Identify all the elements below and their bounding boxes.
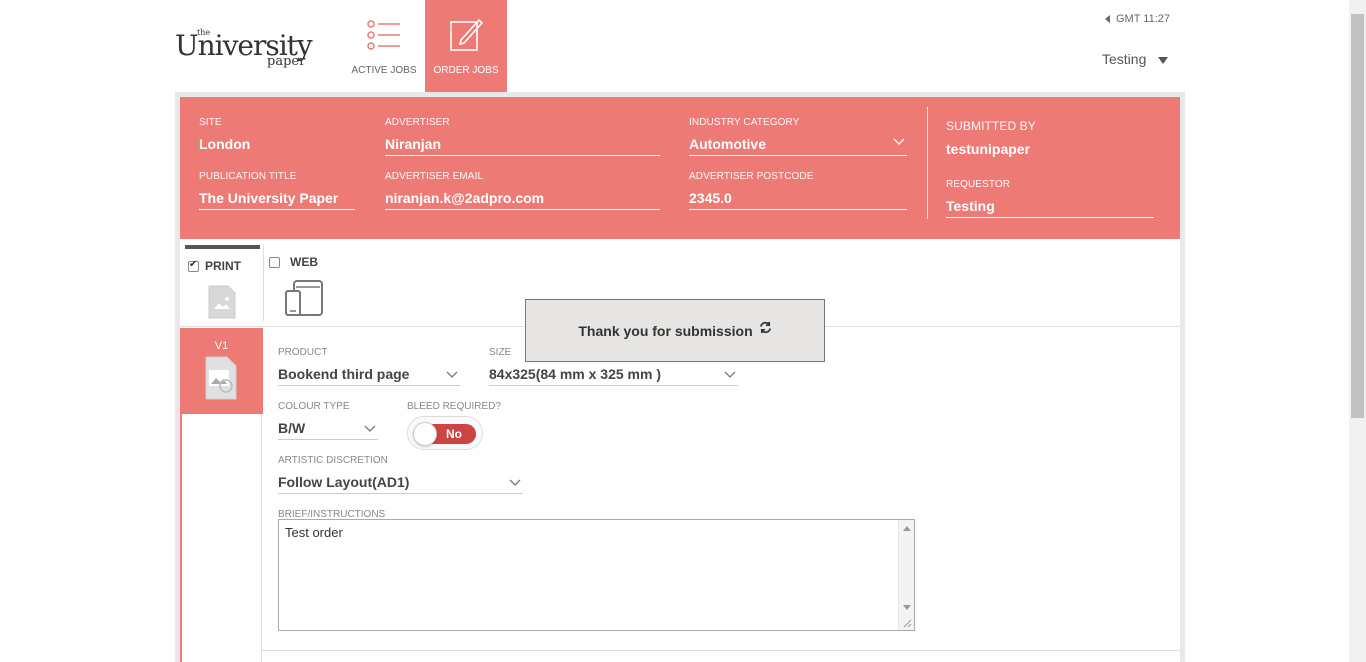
page-scrollbar-thumb[interactable] (1351, 14, 1364, 418)
site-field: SITE London (199, 117, 349, 155)
user-menu[interactable]: Testing (1102, 51, 1169, 67)
advertiser-label: ADVERTISER (385, 117, 450, 128)
caret-left-icon (1105, 15, 1110, 24)
industry-category-field: INDUSTRY CATEGORY Automotive (689, 117, 907, 156)
form-divider (262, 650, 1180, 651)
toggle-knob (413, 422, 437, 446)
web-label: WEB (290, 255, 318, 269)
industry-category-value: Automotive (689, 136, 766, 152)
advertiser-postcode-input[interactable]: 2345.0 (689, 190, 907, 210)
advertiser-postcode-field: ADVERTISER POSTCODE 2345.0 (689, 171, 907, 210)
page: the University paper ACTIVE JOBS ORDER J… (0, 0, 1366, 662)
print-label: PRINT (205, 259, 241, 273)
industry-category-label: INDUSTRY CATEGORY (689, 117, 800, 128)
product-select[interactable]: Bookend third page (278, 366, 460, 386)
caret-down-icon (1158, 56, 1169, 64)
refresh-icon (759, 321, 771, 334)
print-document-icon (208, 285, 236, 319)
chevron-down-icon (724, 371, 736, 378)
advertiser-postcode-label: ADVERTISER POSTCODE (689, 171, 814, 182)
panel-divider (927, 107, 928, 219)
image-document-icon (205, 356, 237, 400)
advertiser-email-field: ADVERTISER EMAIL niranjan.k@2adpro.com (385, 171, 660, 210)
scroll-down-icon[interactable] (903, 605, 911, 610)
brief-textarea[interactable]: Test order (279, 520, 899, 628)
scroll-up-icon[interactable] (903, 526, 911, 531)
user-name: Testing (1102, 51, 1147, 67)
advertiser-email-input[interactable]: niranjan.k@2adpro.com (385, 190, 660, 210)
size-value: 84x325(84 mm x 325 mm ) (489, 366, 661, 382)
advertiser-input[interactable]: Niranjan (385, 136, 660, 156)
submission-toast: Thank you for submission (525, 299, 825, 362)
submitted-by-field: SUBMITTED BY testunipaper (946, 119, 1154, 160)
tab-print[interactable]: PRINT (185, 245, 260, 321)
version-form: PRODUCT Bookend third page SIZE 84x325(8… (278, 328, 1178, 662)
devices-icon (285, 280, 323, 316)
version-tab-v1[interactable]: V1 (180, 328, 263, 414)
gmt-time: GMT 11:27 (1116, 13, 1171, 25)
logo-sub: paper (267, 54, 306, 69)
bleed-field: BLEED REQUIRED? (407, 401, 527, 412)
advertiser-field: ADVERTISER Niranjan (385, 117, 660, 156)
list-icon (367, 20, 400, 50)
colour-type-label: COLOUR TYPE (278, 401, 350, 412)
submitted-by-label: SUBMITTED BY (946, 119, 1036, 133)
resize-grip-icon[interactable] (902, 618, 912, 628)
edit-icon (450, 18, 483, 51)
nav-active-jobs[interactable]: ACTIVE JOBS (343, 0, 425, 92)
product-label: PRODUCT (278, 347, 328, 358)
colour-type-value: B/W (278, 420, 306, 436)
site-label: SITE (199, 117, 222, 128)
nav-order-jobs-label: ORDER JOBS (433, 65, 499, 76)
industry-category-select[interactable]: Automotive (689, 136, 907, 156)
toast-message: Thank you for submission (578, 322, 753, 339)
version-label: V1 (214, 340, 229, 352)
chevron-down-icon (446, 371, 458, 378)
submitted-by-value: testunipaper (946, 141, 1031, 157)
requestor-field: REQUESTOR Testing (946, 179, 1154, 218)
artistic-discretion-label: ARTISTIC DISCRETION (278, 455, 388, 466)
order-form-container: SITE London ADVERTISER Niranjan INDUSTRY… (175, 92, 1185, 662)
tab-web[interactable]: WEB (263, 245, 338, 321)
bleed-toggle[interactable]: No (407, 416, 483, 450)
chevron-down-icon (893, 138, 905, 145)
colour-type-select[interactable]: B/W (278, 420, 378, 440)
publication-title-label: PUBLICATION TITLE (199, 171, 297, 182)
brief-textarea-wrap: Test order (278, 519, 915, 631)
nav-active-jobs-label: ACTIVE JOBS (351, 65, 417, 76)
product-value: Bookend third page (278, 366, 410, 382)
artistic-discretion-field: ARTISTIC DISCRETION Follow Layout(AD1) (278, 455, 523, 494)
requestor-input[interactable]: Testing (946, 198, 1154, 218)
nav-order-jobs[interactable]: ORDER JOBS (425, 0, 507, 92)
toggle-label: No (446, 427, 462, 441)
textarea-scrollbar[interactable] (898, 520, 914, 630)
artistic-discretion-select[interactable]: Follow Layout(AD1) (278, 474, 523, 494)
gmt-clock[interactable]: GMT 11:27 (1105, 13, 1170, 25)
publication-title-value[interactable]: The University Paper (199, 190, 355, 210)
web-checkbox[interactable] (269, 257, 280, 268)
chevron-down-icon (364, 425, 376, 432)
artistic-discretion-value: Follow Layout(AD1) (278, 474, 410, 490)
advertiser-email-label: ADVERTISER EMAIL (385, 171, 484, 182)
chevron-down-icon (509, 479, 521, 486)
product-field: PRODUCT Bookend third page (278, 347, 460, 386)
page-scrollbar[interactable] (1349, 0, 1366, 662)
site-value: London (199, 136, 251, 152)
requestor-label: REQUESTOR (946, 179, 1011, 190)
colour-type-field: COLOUR TYPE B/W (278, 401, 378, 440)
publication-title-field: PUBLICATION TITLE The University Paper (199, 171, 355, 210)
bleed-label: BLEED REQUIRED? (407, 401, 501, 412)
order-info-panel: SITE London ADVERTISER Niranjan INDUSTRY… (180, 97, 1180, 239)
size-select[interactable]: 84x325(84 mm x 325 mm ) (489, 366, 738, 386)
version-sidebar: V1 (180, 328, 263, 662)
print-checkbox[interactable] (188, 259, 199, 272)
university-paper-logo[interactable]: the University paper (175, 28, 335, 76)
